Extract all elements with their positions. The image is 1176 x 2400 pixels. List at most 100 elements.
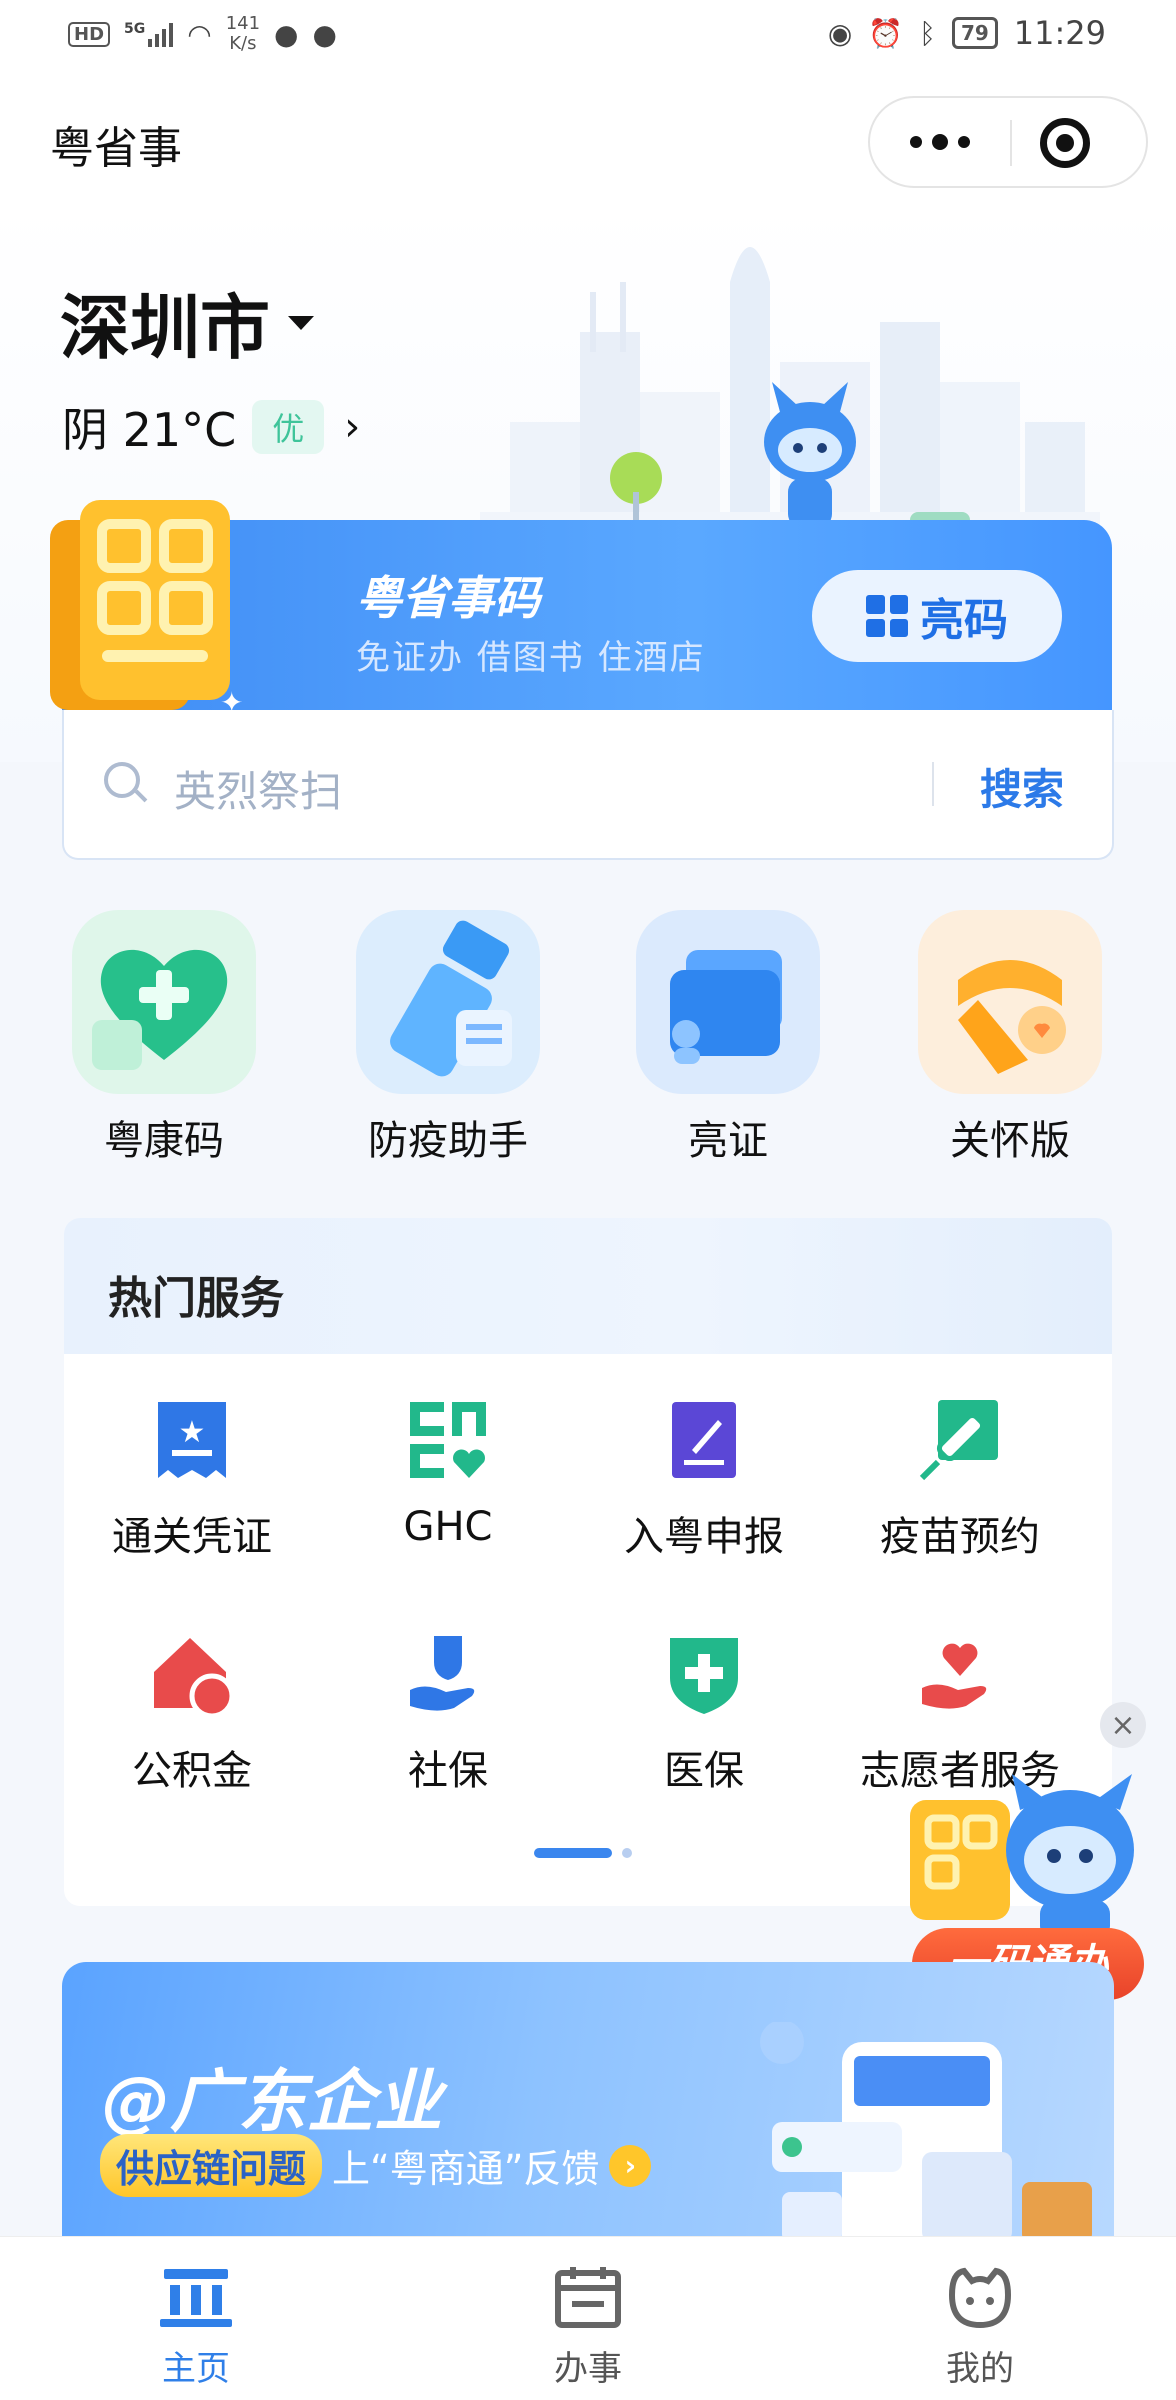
service-customs-voucher[interactable]: ★ 通关凭证	[64, 1398, 320, 1562]
more-button[interactable]	[870, 98, 1010, 186]
home-icon	[160, 2269, 232, 2327]
bottom-tab-bar: 主页 办事 我的	[0, 2236, 1176, 2400]
weather-text: 阴 21°C	[62, 403, 237, 457]
show-code-button[interactable]: 亮码	[812, 570, 1062, 662]
service-ghc[interactable]: GHC	[320, 1398, 576, 1550]
volunteer-icon	[918, 1632, 1002, 1716]
heart-plus-icon	[72, 910, 256, 1094]
bluetooth-icon: ᛒ	[919, 16, 936, 50]
ghc-icon	[406, 1398, 490, 1482]
code-card-title: 粤省事码	[356, 571, 540, 625]
service-label: 医保	[664, 1748, 744, 1794]
speed-unit: K/s	[229, 33, 257, 54]
page-indicator-dot	[622, 1848, 632, 1858]
clock: 11:29	[1013, 14, 1106, 52]
tab-label: 我的	[946, 2349, 1014, 2389]
card-wallet-icon	[636, 910, 820, 1094]
chevron-right-icon: ›	[344, 404, 361, 450]
scarf-icon	[918, 910, 1102, 1094]
tab-profile[interactable]: 我的	[900, 2265, 1060, 2390]
more-dot-icon	[910, 136, 922, 148]
medical-insurance-icon	[662, 1632, 746, 1716]
service-medical-insurance[interactable]: 医保	[576, 1632, 832, 1796]
weather-row[interactable]: 阴 21°C 优 ›	[62, 394, 360, 460]
arrow-right-icon: ›	[609, 2144, 652, 2187]
search-input[interactable]: 英烈祭扫	[174, 758, 342, 819]
show-code-label: 亮码	[920, 595, 1008, 646]
service-label: GHC	[403, 1504, 493, 1550]
profile-icon	[948, 2267, 1012, 2329]
close-float-icon[interactable]: ×	[1100, 1702, 1146, 1748]
capsule-divider	[1010, 120, 1012, 166]
service-label: 入粤申报	[624, 1514, 784, 1560]
app-title: 粤省事	[50, 123, 182, 174]
voucher-icon: ★	[150, 1398, 234, 1482]
quick-tile-label: 防疫助手	[368, 1118, 528, 1164]
hot-services-title: 热门服务	[108, 1273, 284, 1324]
more-dot-icon	[932, 134, 948, 150]
alarm-icon: ⏰	[868, 16, 904, 50]
eye-icon: ◉	[827, 16, 853, 50]
banner-text: 上“粤商通”反馈	[332, 2147, 600, 2191]
wifi-icon: ◠	[187, 17, 212, 51]
service-entry-declaration[interactable]: 入粤申报	[576, 1398, 832, 1562]
city-skyline-illustration	[480, 247, 1100, 552]
status-right: ◉ ⏰ ᛒ 79 11:29	[828, 14, 1106, 52]
search-icon	[104, 762, 140, 798]
wechat-icon: ●	[312, 17, 337, 51]
air-quality-badge: 优	[252, 400, 325, 454]
promo-banner[interactable]: @广东企业 供应链问题 上“粤商通”反馈 ›	[62, 1962, 1114, 2242]
quick-tile-care-mode[interactable]: 关怀版	[918, 910, 1102, 1166]
house-fund-icon	[150, 1632, 235, 1719]
phone-illustration	[760, 2022, 1092, 2242]
svg-text:★: ★	[179, 1415, 206, 1450]
more-dot-icon	[958, 136, 970, 148]
quick-tile-label: 亮证	[688, 1118, 768, 1164]
hd-badge: HD	[68, 21, 111, 47]
close-miniprogram-icon[interactable]	[1040, 118, 1090, 168]
qr-code-icon	[866, 595, 908, 637]
app-header: 粤省事	[0, 72, 1176, 202]
quick-tile-label: 粤康码	[104, 1118, 224, 1164]
city-selector[interactable]: 深圳市	[60, 272, 314, 373]
tab-services[interactable]: 办事	[508, 2265, 668, 2390]
quick-tile-label: 关怀版	[950, 1118, 1070, 1164]
city-name: 深圳市	[60, 287, 270, 369]
edit-report-icon	[662, 1398, 746, 1482]
page-indicator-active	[534, 1848, 612, 1858]
signal-icon: 5G	[124, 21, 174, 47]
search-divider	[932, 762, 934, 806]
network-label: 5G	[124, 21, 146, 37]
status-bar: HD 5G ◠ 141 K/s ● ● ◉ ⏰ ᛒ 79 11:29	[0, 0, 1176, 72]
tab-label: 主页	[162, 2349, 230, 2389]
yss-code-logo-icon: ✦	[50, 500, 243, 719]
banner-tagline: 供应链问题 上“粤商通”反馈 ›	[100, 2134, 652, 2197]
network-speed: 141 K/s	[226, 14, 260, 54]
service-social-insurance[interactable]: 社保	[320, 1632, 576, 1796]
service-label: 通关凭证	[112, 1514, 272, 1560]
page-indicator	[534, 1848, 632, 1858]
tab-label: 办事	[554, 2349, 622, 2389]
battery-icon: 79	[951, 17, 998, 49]
caret-down-icon	[288, 315, 314, 330]
miniprogram-capsule	[868, 96, 1148, 188]
message-icon: ●	[274, 17, 299, 51]
quick-tile-epidemic-assistant[interactable]: 防疫助手	[356, 910, 540, 1166]
quick-tile-health-code[interactable]: 粤康码	[72, 910, 256, 1166]
status-left: HD 5G ◠ 141 K/s ● ●	[68, 14, 337, 54]
vaccine-icon	[918, 1398, 1002, 1482]
speed-value: 141	[225, 13, 261, 34]
service-vaccine-booking[interactable]: 疫苗预约	[832, 1398, 1088, 1562]
quick-tile-show-certificate[interactable]: 亮证	[636, 910, 820, 1166]
search-bar[interactable]: 英烈祭扫 搜索	[62, 710, 1114, 860]
sprayer-icon	[356, 910, 540, 1094]
search-button[interactable]: 搜索	[980, 756, 1064, 817]
social-insurance-icon	[406, 1632, 490, 1716]
service-label: 疫苗预约	[880, 1514, 1040, 1560]
banner-pill: 供应链问题	[100, 2134, 323, 2197]
service-housing-fund[interactable]: 公积金	[64, 1632, 320, 1796]
hot-services-header: 热门服务	[64, 1218, 1112, 1354]
tab-home[interactable]: 主页	[116, 2265, 276, 2390]
service-label: 公积金	[132, 1748, 252, 1794]
service-label: 社保	[408, 1748, 488, 1794]
